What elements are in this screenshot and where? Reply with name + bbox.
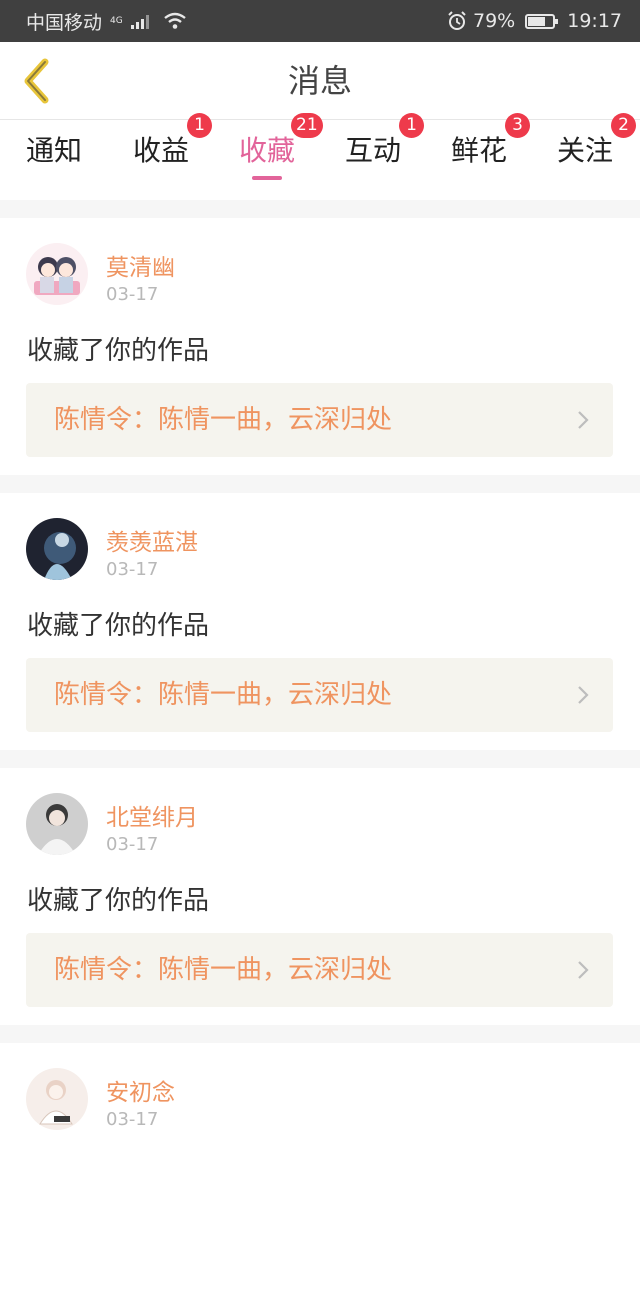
post-date: 03-17 xyxy=(106,1109,159,1130)
status-right: 79% 19:17 xyxy=(447,10,622,32)
avatar[interactable] xyxy=(26,793,88,855)
status-bar: 中国移动 4G 79% 19:17 xyxy=(0,0,640,42)
user-name[interactable]: 北堂绯月 xyxy=(106,798,198,832)
work-link[interactable]: 陈情令：陈情一曲，云深归处 xyxy=(26,383,613,457)
work-title: 陈情令：陈情一曲，云深归处 xyxy=(54,405,393,435)
user-name[interactable]: 羡羡蓝湛 xyxy=(106,523,198,557)
badge-flowers: 3 xyxy=(505,113,530,138)
battery-level xyxy=(528,16,546,26)
tab-favorites[interactable]: 收藏 21 xyxy=(227,113,323,200)
tab-label: 通知 xyxy=(25,134,82,167)
tab-label: 互动 xyxy=(344,134,401,167)
wifi-icon xyxy=(163,12,186,29)
badge-favorites: 21 xyxy=(291,113,323,138)
active-tab-indicator xyxy=(252,176,282,180)
tab-label: 关注 xyxy=(556,134,613,167)
avatar[interactable] xyxy=(26,1068,88,1130)
user-name[interactable]: 安初念 xyxy=(106,1073,175,1107)
tab-label: 收藏 xyxy=(238,134,295,167)
tab-label: 收益 xyxy=(132,134,189,167)
message-card: 莫清幽 03-17 收藏了你的作品 陈情令：陈情一曲，云深归处 xyxy=(0,218,640,475)
badge-interactions: 1 xyxy=(399,113,424,138)
work-link[interactable]: 陈情令：陈情一曲，云深归处 xyxy=(26,658,613,732)
tab-notifications[interactable]: 通知 xyxy=(14,120,94,200)
page-title: 消息 xyxy=(287,62,352,100)
header: 消息 xyxy=(0,42,640,120)
post-date: 03-17 xyxy=(106,834,159,855)
avatar[interactable] xyxy=(26,243,88,305)
message-card: 安初念 03-17 xyxy=(0,1043,640,1300)
avatar[interactable] xyxy=(26,518,88,580)
alarm-icon xyxy=(448,11,466,30)
tab-earnings[interactable]: 收益 1 xyxy=(121,113,212,200)
badge-earnings: 1 xyxy=(187,113,212,138)
clock: 19:17 xyxy=(567,10,622,32)
signal-icon xyxy=(130,13,149,29)
tab-label: 鲜花 xyxy=(450,134,507,167)
user-name[interactable]: 莫清幽 xyxy=(106,248,175,282)
message-card: 羡羡蓝湛 03-17 收藏了你的作品 陈情令：陈情一曲，云深归处 xyxy=(0,493,640,750)
chevron-right-icon xyxy=(578,686,589,704)
action-text: 收藏了你的作品 xyxy=(27,886,210,916)
chevron-right-icon xyxy=(578,961,589,979)
action-text: 收藏了你的作品 xyxy=(27,611,210,641)
tab-interactions[interactable]: 互动 1 xyxy=(333,113,424,200)
network-type: 4G xyxy=(110,16,123,26)
post-date: 03-17 xyxy=(106,559,159,580)
chevron-right-icon xyxy=(578,411,589,429)
work-title: 陈情令：陈情一曲，云深归处 xyxy=(54,680,393,710)
post-date: 03-17 xyxy=(106,284,159,305)
battery-percent: 79% xyxy=(473,10,516,32)
action-text: 收藏了你的作品 xyxy=(27,336,210,366)
tab-bar: 通知 收益 1 收藏 21 互动 1 鲜花 3 关注 2 xyxy=(0,113,640,200)
tab-flowers[interactable]: 鲜花 3 xyxy=(439,113,530,200)
work-link[interactable]: 陈情令：陈情一曲，云深归处 xyxy=(26,933,613,1007)
work-title: 陈情令：陈情一曲，云深归处 xyxy=(54,955,393,985)
battery-icon xyxy=(525,13,559,29)
badge-following: 2 xyxy=(611,113,636,138)
status-left: 中国移动 4G xyxy=(26,8,187,35)
carrier-name: 中国移动 xyxy=(26,11,103,34)
message-card: 北堂绯月 03-17 收藏了你的作品 陈情令：陈情一曲，云深归处 xyxy=(0,768,640,1025)
tab-following[interactable]: 关注 2 xyxy=(545,113,636,200)
